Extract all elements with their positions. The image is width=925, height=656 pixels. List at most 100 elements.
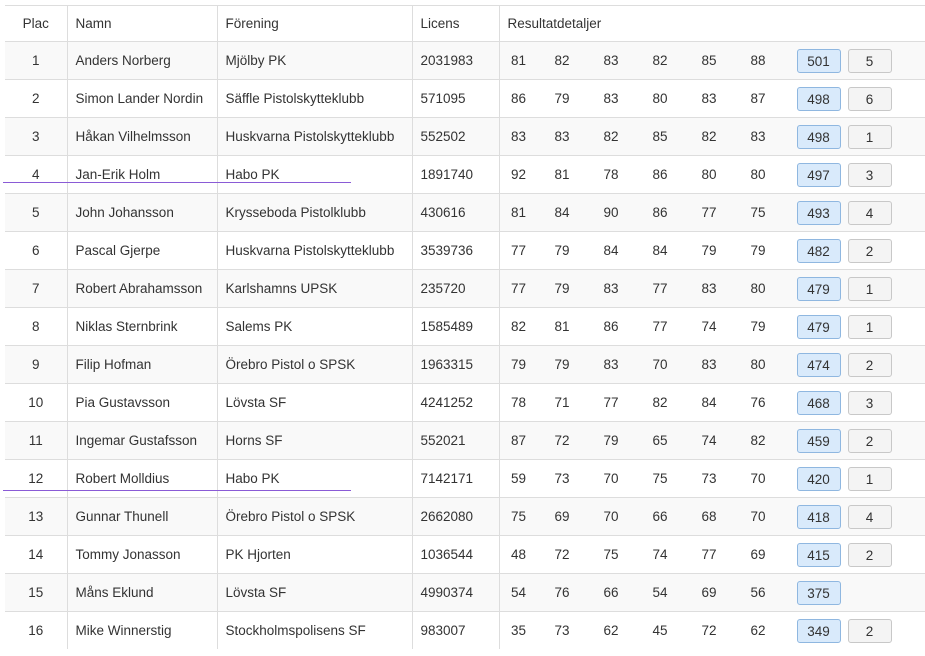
cell-plac: 14 <box>5 535 67 574</box>
cell-resultatdetaljer: 81 82 83 82 85 88 501 5 <box>498 41 925 80</box>
series-score: 71 <box>554 395 570 410</box>
series-score: 76 <box>554 585 570 600</box>
series-score: 83 <box>701 357 717 372</box>
results-page: Plac Namn Förening Licens Resultatdetalj… <box>0 0 925 656</box>
series-score: 83 <box>750 129 766 144</box>
cell-forening: PK Hjorten <box>216 535 412 574</box>
series-score: 79 <box>554 91 570 106</box>
total-score-badge: 474 <box>796 352 841 377</box>
cell-namn: Filip Hofman <box>66 345 217 384</box>
series-score: 77 <box>701 547 717 562</box>
cell-namn: Gunnar Thunell <box>66 497 217 536</box>
series-score: 83 <box>701 91 717 106</box>
series-score: 80 <box>750 167 766 182</box>
series-score: 54 <box>510 585 527 600</box>
series-score: 84 <box>652 243 668 258</box>
series-score: 85 <box>652 129 668 144</box>
series-score: 83 <box>603 281 619 296</box>
header-plac[interactable]: Plac <box>5 5 67 42</box>
cell-plac: 5 <box>5 193 67 232</box>
series-score: 69 <box>701 585 717 600</box>
score-list: 83 83 82 85 82 83 498 1 <box>500 119 925 156</box>
cell-licens: 1585489 <box>411 307 499 346</box>
cell-forening: Karlshamns UPSK <box>216 269 412 308</box>
score-list: 78 71 77 82 84 76 468 3 <box>500 385 925 422</box>
series-score: 66 <box>603 585 619 600</box>
cell-licens: 4241252 <box>411 383 499 422</box>
series-score: 70 <box>603 471 619 486</box>
table-row: 8 Niklas Sternbrink Salems PK 1585489 82 81 86… <box>5 307 925 346</box>
cell-licens: 7142171 <box>411 459 499 498</box>
series-score: 83 <box>701 281 717 296</box>
cell-forening: Huskvarna Pistolskytteklubb <box>216 117 412 156</box>
series-score: 82 <box>750 433 766 448</box>
series-score: 75 <box>750 205 766 220</box>
header-namn[interactable]: Namn <box>66 5 217 42</box>
table-row: 1 Anders Norberg Mjölby PK 2031983 81 82 83 82 8… <box>5 41 925 80</box>
cell-forening: Huskvarna Pistolskytteklubb <box>216 231 412 270</box>
series-score: 79 <box>701 243 717 258</box>
cell-namn: Jan-Erik Holm <box>66 155 217 194</box>
cell-resultatdetaljer: 59 73 70 75 73 70 420 1 <box>498 459 925 498</box>
series-score: 77 <box>510 281 527 296</box>
series-score: 82 <box>510 319 527 334</box>
header-forening[interactable]: Förening <box>216 5 412 42</box>
cell-forening: Salems PK <box>216 307 412 346</box>
series-score: 79 <box>603 433 619 448</box>
cell-resultatdetaljer: 77 79 83 77 83 80 479 1 <box>498 269 925 308</box>
cell-forening: Habo PK <box>216 155 412 194</box>
table-row: 15 Måns Eklund Lövsta SF 4990374 54 76 66 54 69 5… <box>5 573 925 612</box>
series-score: 80 <box>750 357 766 372</box>
series-score: 79 <box>510 357 527 372</box>
cell-licens: 2662080 <box>411 497 499 536</box>
series-score: 77 <box>652 319 668 334</box>
series-score: 70 <box>750 509 766 524</box>
series-score: 81 <box>554 319 570 334</box>
cell-resultatdetaljer: 92 81 78 86 80 80 497 3 <box>498 155 925 194</box>
cell-plac: 7 <box>5 269 67 308</box>
cell-namn: Robert Molldius <box>66 459 217 498</box>
annotation-underline <box>3 182 351 183</box>
cell-namn: Niklas Sternbrink <box>66 307 217 346</box>
series-score: 80 <box>652 91 668 106</box>
cell-plac: 2 <box>5 79 67 118</box>
place-badge: 1 <box>847 124 892 149</box>
series-score: 80 <box>750 281 766 296</box>
series-score: 78 <box>510 395 527 410</box>
series-score: 82 <box>701 129 717 144</box>
series-score: 75 <box>603 547 619 562</box>
series-score: 54 <box>652 585 668 600</box>
cell-licens: 1036544 <box>411 535 499 574</box>
score-list: 86 79 83 80 83 87 498 6 <box>500 81 925 118</box>
header-licens[interactable]: Licens <box>411 5 499 42</box>
total-score-badge: 420 <box>796 466 841 491</box>
series-score: 81 <box>554 167 570 182</box>
series-score: 74 <box>652 547 668 562</box>
table-row: 9 Filip Hofman Örebro Pistol o SPSK 1963315… <box>5 345 925 384</box>
series-score: 85 <box>701 53 717 68</box>
series-score: 79 <box>750 319 766 334</box>
cell-licens: 3539736 <box>411 231 499 270</box>
total-score-badge: 349 <box>796 618 841 643</box>
table-row: 11 Ingemar Gustafsson Horns SF 552021 87 72 79… <box>5 421 925 460</box>
score-list: 79 79 83 70 83 80 474 2 <box>500 347 925 384</box>
series-score: 77 <box>652 281 668 296</box>
header-resultatdetaljer: Resultatdetaljer <box>498 5 925 42</box>
series-score: 79 <box>750 243 766 258</box>
table-row: 13 Gunnar Thunell Örebro Pistol o SPSK 2662… <box>5 497 925 536</box>
series-score: 75 <box>510 509 527 524</box>
total-score-badge: 482 <box>796 238 841 263</box>
cell-licens: 571095 <box>411 79 499 118</box>
series-score: 72 <box>554 433 570 448</box>
total-score-badge: 418 <box>796 504 841 529</box>
score-list: 54 76 66 54 69 56 375 <box>500 575 925 612</box>
place-badge: 2 <box>847 428 892 453</box>
cell-licens: 1963315 <box>411 345 499 384</box>
series-score: 92 <box>510 167 527 182</box>
total-score-badge: 479 <box>796 276 841 301</box>
score-list: 59 73 70 75 73 70 420 1 <box>500 461 925 498</box>
series-score: 69 <box>554 509 570 524</box>
series-score: 74 <box>701 319 717 334</box>
cell-licens: 430616 <box>411 193 499 232</box>
cell-resultatdetaljer: 82 81 86 77 74 79 479 1 <box>498 307 925 346</box>
